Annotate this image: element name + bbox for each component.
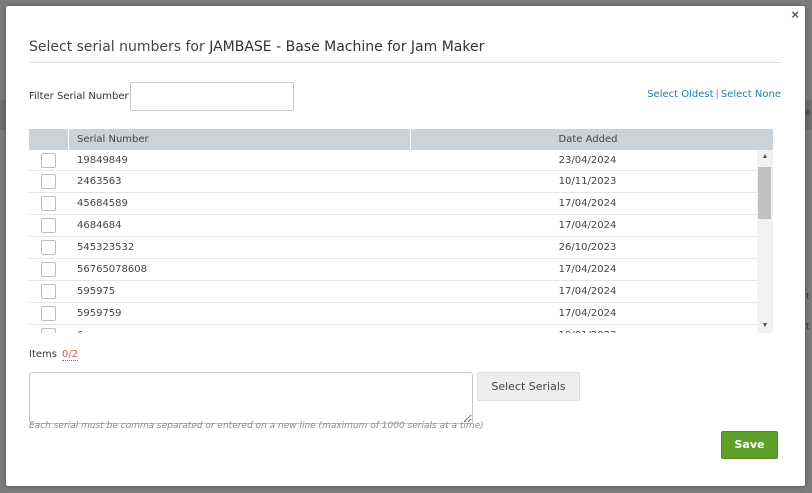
row-check-cell [29,240,68,255]
date-added-cell: 23/04/2024 [558,154,617,166]
row-checkbox[interactable] [41,174,56,189]
date-added-cell: 17/04/2024 [558,220,617,231]
row-check-cell [29,306,68,321]
serial-entry-hint: Each serial must be comma separated or e… [29,421,484,431]
date-added-cell: 17/04/2024 [558,264,617,275]
link-separator: | [715,89,719,100]
close-icon[interactable]: × [791,8,799,22]
serial-number-cell: 19849849 [77,154,128,166]
date-added-cell: 17/04/2024 [558,286,617,297]
background-edge-text: t [806,292,810,302]
table-header: Serial Number Date Added [29,129,773,150]
table-row[interactable]: 595975 17/04/2024 [29,281,757,303]
table-row[interactable]: 56765078608 17/04/2024 [29,259,757,281]
row-checkbox[interactable] [41,152,56,168]
serial-number-cell: 4684684 [77,220,122,231]
select-serials-button[interactable]: Select Serials [477,372,580,401]
serial-number-cell: 595975 [77,286,116,297]
row-check-cell [29,328,68,333]
title-divider [29,62,781,63]
serial-number-cell: 45684589 [77,198,128,209]
column-header-serial-number[interactable]: Serial Number [69,129,411,150]
select-links: Select Oldest | Select None [647,89,781,100]
serial-number-cell: 56765078608 [77,264,147,275]
modal-title-product: JAMBASE - Base Machine for Jam Maker [209,39,485,55]
table-rows: 19849849 23/04/2024 2463563 10/11/2023 45684… [29,150,757,333]
date-added-cell: 17/04/2024 [558,308,617,319]
scroll-up-arrow-icon[interactable]: ▲ [757,153,773,161]
background-edge-text: t [806,322,810,332]
scroll-down-arrow-icon[interactable]: ▼ [757,322,773,330]
table-row[interactable]: 2463563 10/11/2023 [29,171,757,193]
serial-number-cell: 545323532 [77,242,135,253]
filter-serial-label: Filter Serial Number [29,91,129,102]
row-checkbox[interactable] [41,240,56,255]
row-check-cell [29,196,68,211]
table-row[interactable]: 619/01/2023 [29,325,757,333]
table-row[interactable]: 45684589 17/04/2024 [29,193,757,215]
serials-table: Serial Number Date Added 19849849 23/04/2… [29,129,773,333]
serial-number-cell: 2463563 [77,176,122,187]
filter-serial-input[interactable] [130,82,294,111]
row-checkbox[interactable] [41,218,56,233]
row-checkbox[interactable] [41,262,56,277]
serial-entry-textarea[interactable] [29,372,473,424]
modal-title: Select serial numbers for JAMBASE - Base… [29,39,484,55]
column-header-check [29,129,69,150]
modal-title-prefix: Select serial numbers for [29,39,210,55]
table-row[interactable]: 545323532 26/10/2023 [29,237,757,259]
select-oldest-link[interactable]: Select Oldest [647,89,713,100]
row-check-cell [29,152,68,168]
table-scrollbar[interactable]: ▲ ▼ [757,150,773,333]
date-added-cell: 19/01/2023 [410,330,757,333]
date-added-cell: 10/11/2023 [558,176,617,187]
serial-number-cell: 6 [68,330,410,333]
row-checkbox[interactable] [41,306,56,321]
row-checkbox[interactable] [41,328,56,333]
background-edge-text: e [805,108,811,118]
date-added-cell: 17/04/2024 [558,198,617,209]
select-none-link[interactable]: Select None [721,89,781,100]
table-row[interactable]: 19849849 23/04/2024 [29,150,757,171]
serial-selection-modal: × Select serial numbers for JAMBASE - Ba… [6,6,805,486]
row-check-cell [29,174,68,189]
items-label: Items [29,349,57,360]
date-added-cell: 26/10/2023 [558,242,617,253]
scrollbar-thumb[interactable] [758,167,771,219]
row-check-cell [29,218,68,233]
table-row[interactable]: 5959759 17/04/2024 [29,303,757,325]
row-check-cell [29,284,68,299]
table-row[interactable]: 4684684 17/04/2024 [29,215,757,237]
serial-number-cell: 5959759 [77,308,122,319]
row-check-cell [29,262,68,277]
column-header-date-added[interactable]: Date Added [411,129,773,150]
row-checkbox[interactable] [41,284,56,299]
table-body[interactable]: 19849849 23/04/2024 2463563 10/11/2023 45684… [29,150,773,333]
items-count: 0/2 [62,349,79,361]
save-button[interactable]: Save [721,431,778,459]
row-checkbox[interactable] [41,196,56,211]
